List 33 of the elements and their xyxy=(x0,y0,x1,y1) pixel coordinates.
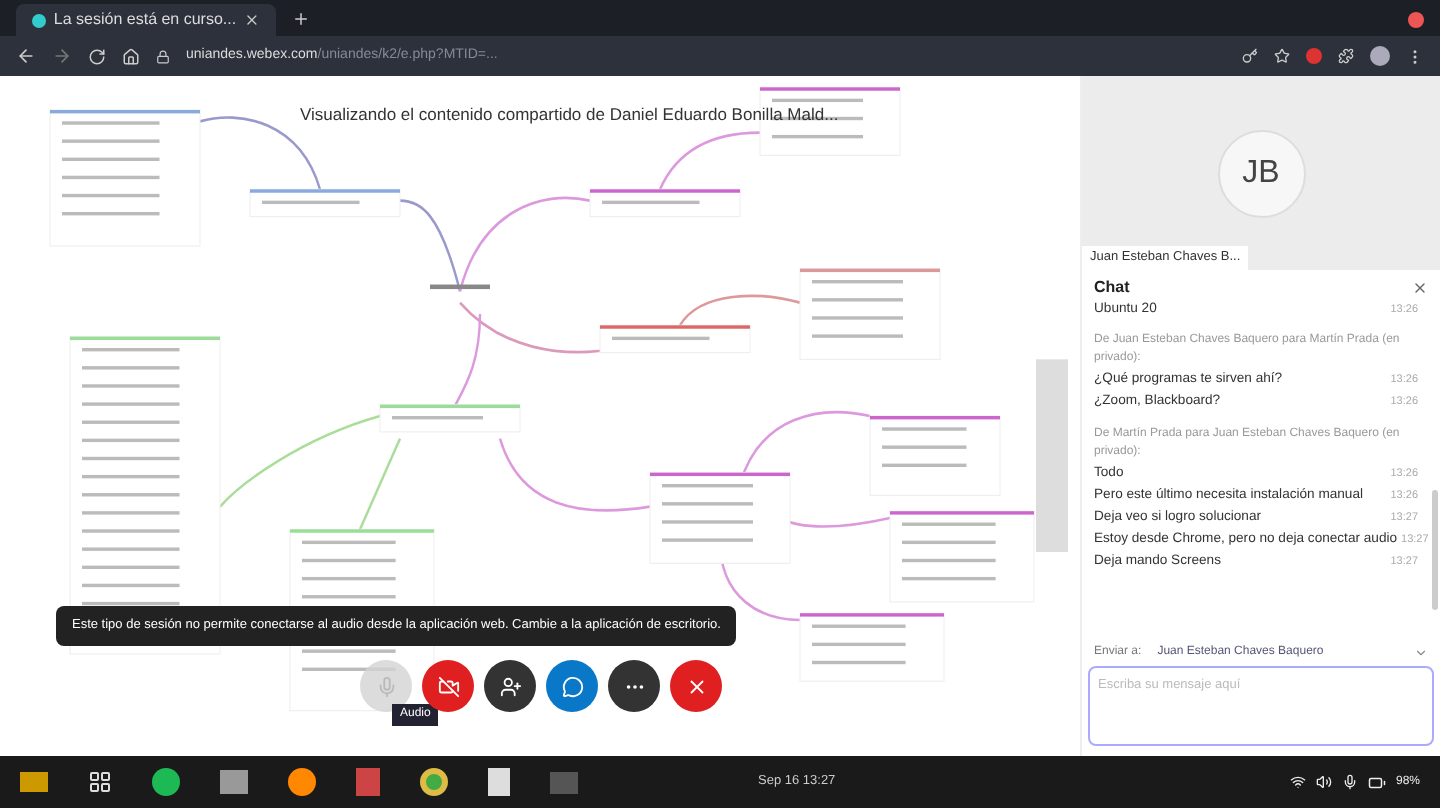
scrollbar-thumb[interactable] xyxy=(1432,490,1438,610)
back-icon[interactable] xyxy=(16,46,36,66)
star-icon[interactable] xyxy=(1274,48,1290,64)
tab-title: La sesión está en curso... xyxy=(53,8,237,32)
reload-icon[interactable] xyxy=(88,47,106,65)
forward-icon[interactable] xyxy=(52,46,72,66)
participants-button[interactable] xyxy=(484,660,536,712)
video-off-icon xyxy=(437,675,459,697)
window-control-icon[interactable] xyxy=(1408,12,1424,28)
apps-grid-icon[interactable] xyxy=(88,770,112,794)
new-tab-icon[interactable] xyxy=(292,10,310,28)
person-plus-icon xyxy=(499,675,521,697)
avatar-icon[interactable] xyxy=(1370,46,1390,66)
more-button[interactable] xyxy=(608,660,660,712)
lock-icon xyxy=(156,49,170,63)
chat-button[interactable] xyxy=(546,660,598,712)
chevron-down-icon xyxy=(1414,646,1428,660)
puzzle-icon[interactable] xyxy=(1338,48,1354,64)
key-icon[interactable] xyxy=(1242,48,1258,64)
home-icon[interactable] xyxy=(122,47,140,65)
share-title: Visualizando el contenido compartido de Daniel Eduardo Bonilla Mald... xyxy=(300,102,839,128)
browser-tab[interactable]: La sesión está en curso... xyxy=(16,4,276,36)
chat-title: Chat xyxy=(1094,276,1130,300)
wifi-icon[interactable] xyxy=(1289,774,1306,790)
volume-icon[interactable] xyxy=(1315,774,1332,790)
close-icon[interactable] xyxy=(1412,280,1428,296)
battery-icon[interactable] xyxy=(1367,773,1386,791)
avatar-initials: JB xyxy=(1217,129,1305,217)
speech-bubble-icon xyxy=(561,675,583,697)
mic-icon[interactable] xyxy=(1341,774,1358,790)
close-icon xyxy=(685,675,707,697)
microphone-icon xyxy=(375,675,397,697)
leave-button[interactable] xyxy=(670,660,722,712)
